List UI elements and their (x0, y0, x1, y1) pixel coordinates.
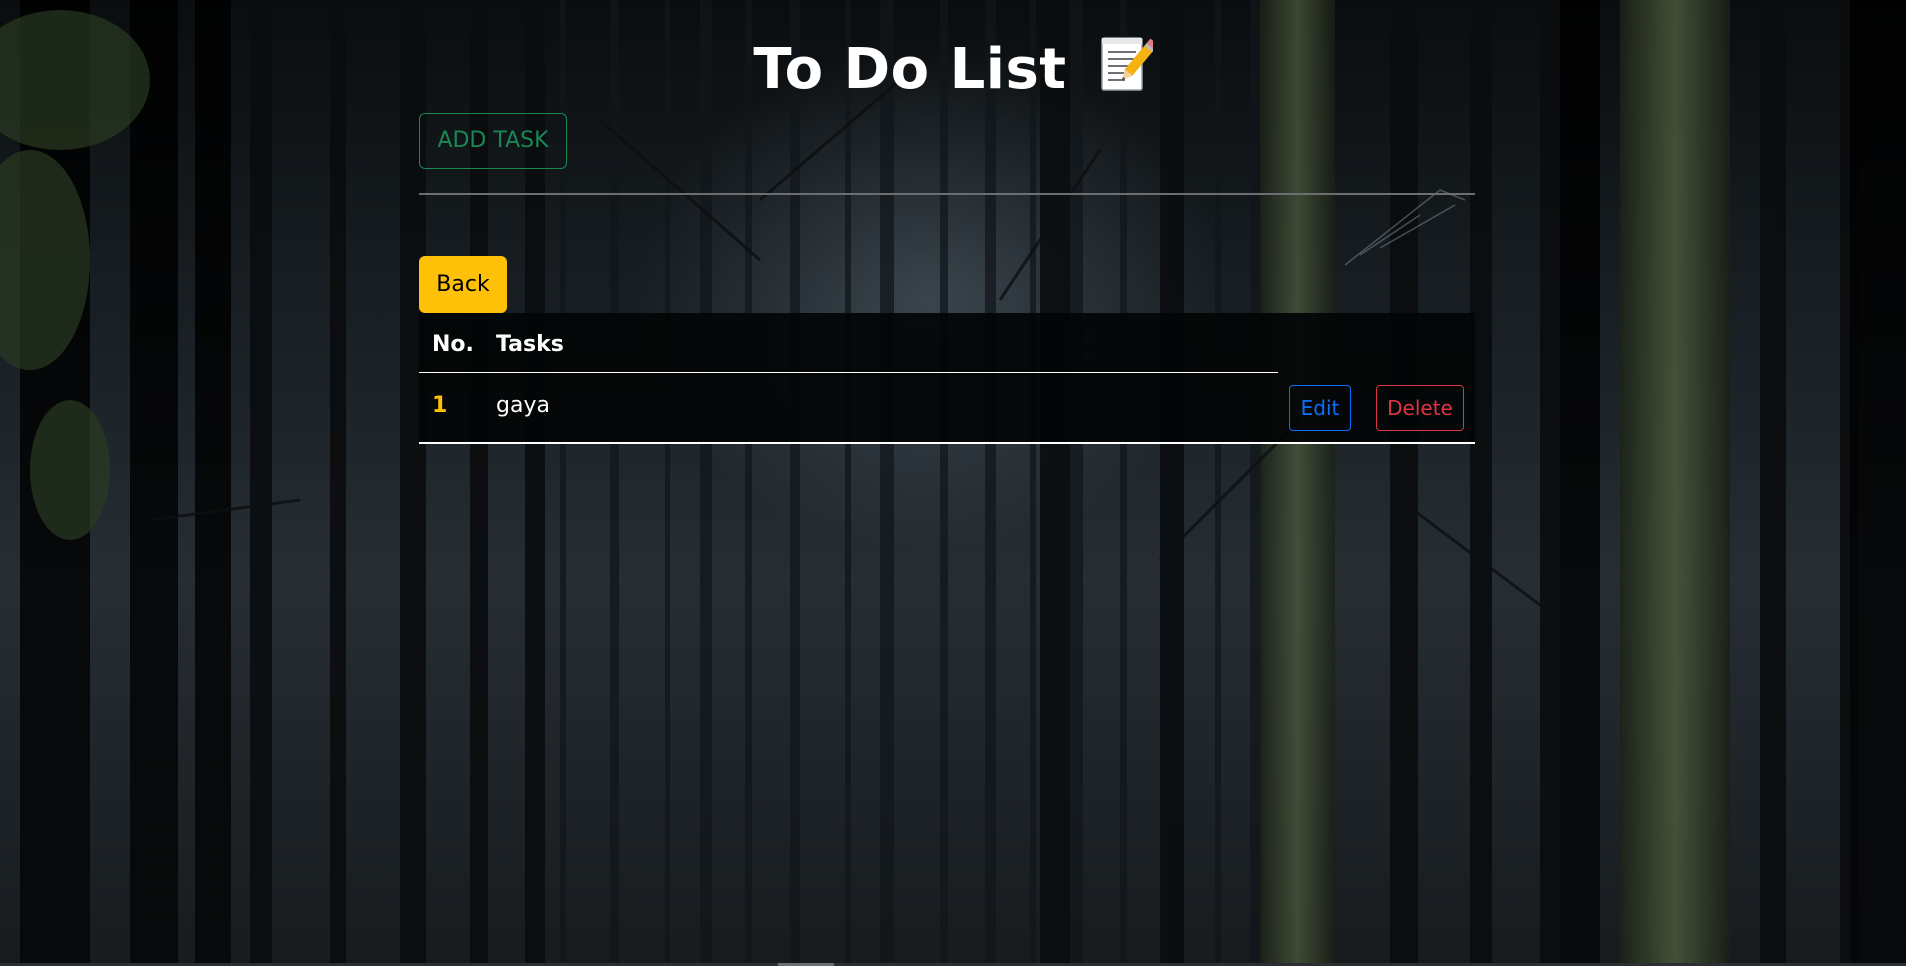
forest-background-image (0, 0, 1906, 966)
edit-button[interactable]: Edit (1289, 385, 1351, 431)
back-button[interactable]: Back (419, 256, 507, 313)
add-task-button[interactable]: ADD TASK (419, 113, 567, 169)
page-title-text: To Do List (753, 37, 1067, 102)
horizontal-divider (419, 193, 1475, 195)
delete-button[interactable]: Delete (1376, 385, 1464, 431)
header-divider (419, 372, 1278, 373)
row-number: 1 (432, 393, 448, 418)
column-header-tasks: Tasks (496, 332, 564, 357)
page-title: To Do List (0, 34, 1906, 112)
memo-icon (1099, 34, 1158, 112)
row-task-text: gaya (496, 393, 550, 418)
tasks-table: No. Tasks 1 gaya Edit Delete (419, 313, 1475, 444)
column-header-number: No. (432, 332, 474, 357)
table-bottom-divider (419, 442, 1475, 444)
todo-page: To Do List ADD TASK Back No. Tasks 1 gay… (0, 0, 1906, 966)
